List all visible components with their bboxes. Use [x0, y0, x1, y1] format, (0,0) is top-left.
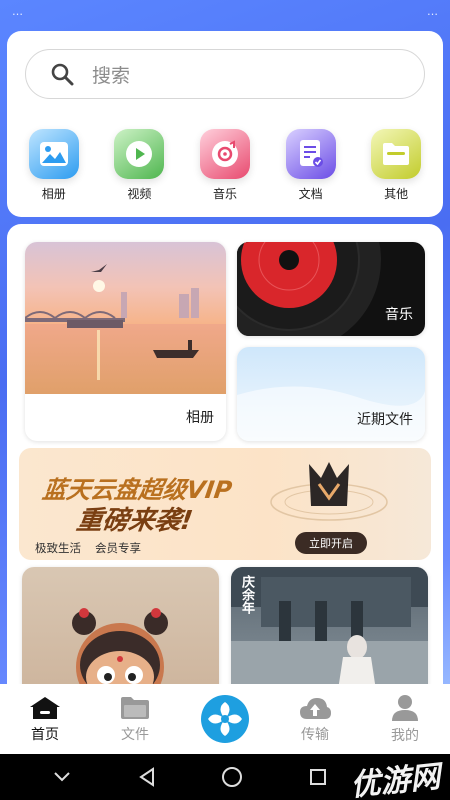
document-icon — [285, 129, 336, 179]
sunset-sea-image — [25, 242, 226, 394]
recent-files-tile[interactable]: 近期文件 — [237, 347, 425, 441]
category-label: 相册 — [41, 187, 66, 201]
folder-icon — [371, 129, 422, 179]
music-disc-icon — [199, 129, 250, 179]
vip-tag-1: 极致生活 — [35, 541, 81, 555]
vip-open-button[interactable]: 立即开启 — [295, 532, 367, 554]
music-tile[interactable]: 音乐 — [237, 242, 425, 336]
photo-icon — [28, 129, 79, 179]
album-tile[interactable]: 相册 — [25, 242, 226, 441]
app-logo-icon — [201, 695, 249, 743]
drama-scene-image — [231, 567, 428, 684]
bottom-nav: 首页 文件 传输 我的 — [0, 684, 450, 754]
nav-me-label: 我的 — [391, 727, 419, 744]
cloud-upload-icon — [300, 697, 331, 719]
category-photos[interactable]: 相册 — [19, 129, 89, 202]
status-bar: … … — [0, 0, 450, 22]
search-input[interactable]: 搜索 — [92, 61, 130, 88]
vip-crown-icon — [270, 462, 388, 521]
nav-center-logo[interactable] — [190, 694, 260, 744]
cartoon-poster-tile[interactable] — [22, 567, 219, 684]
nav-transfer-label: 传输 — [301, 726, 329, 743]
watermark-logo: 优游网 — [348, 759, 442, 800]
category-row: 相册 视频 音乐 文档 其他 — [7, 129, 443, 202]
play-icon — [114, 129, 165, 179]
search-icon — [51, 63, 74, 86]
status-left: … — [12, 4, 23, 18]
drama-caption: 庆余年 — [239, 575, 254, 614]
folder-icon — [121, 696, 149, 719]
vip-tag-2: 会员专享 — [95, 541, 141, 555]
album-label: 相册 — [186, 410, 214, 426]
cartoon-character-image — [72, 608, 168, 684]
status-right: … — [427, 4, 438, 18]
category-label: 视频 — [127, 187, 152, 201]
nav-me[interactable]: 我的 — [370, 694, 440, 745]
category-label: 音乐 — [212, 187, 237, 201]
nav-transfer[interactable]: 传输 — [280, 695, 350, 744]
recent-files-label: 近期文件 — [357, 412, 413, 428]
category-music[interactable]: 音乐 — [190, 129, 260, 202]
music-label: 音乐 — [385, 307, 413, 323]
top-card: 搜索 相册 视频 音乐 文档 其他 — [7, 31, 443, 217]
home-circle-icon[interactable] — [221, 766, 243, 788]
category-label: 文档 — [298, 187, 323, 201]
user-icon — [392, 694, 418, 721]
vip-subtitle: 重磅来袭! — [74, 506, 195, 536]
nav-files[interactable]: 文件 — [100, 695, 170, 744]
chevron-down-icon[interactable] — [52, 770, 72, 784]
category-label: 其他 — [384, 187, 409, 201]
nav-files-label: 文件 — [121, 726, 149, 743]
category-documents[interactable]: 文档 — [276, 129, 346, 202]
nav-home-label: 首页 — [31, 726, 59, 743]
category-videos[interactable]: 视频 — [104, 129, 174, 202]
vip-banner[interactable]: 蓝天云盘超级VIP 重磅来袭! 极致生活 会员专享 立即开启 — [19, 448, 431, 560]
content-card: 相册 音乐 近期文件 蓝天云盘超级VIP 重磅来袭! 极致生活 会员专享 立即开… — [7, 224, 443, 684]
search-bar[interactable]: 搜索 — [25, 49, 425, 99]
recents-square-icon[interactable] — [308, 767, 328, 787]
drama-poster-tile[interactable]: 庆余年 — [231, 567, 428, 684]
home-icon — [30, 696, 60, 719]
back-icon[interactable] — [137, 767, 157, 787]
category-other[interactable]: 其他 — [361, 129, 431, 202]
nav-home[interactable]: 首页 — [10, 695, 80, 744]
